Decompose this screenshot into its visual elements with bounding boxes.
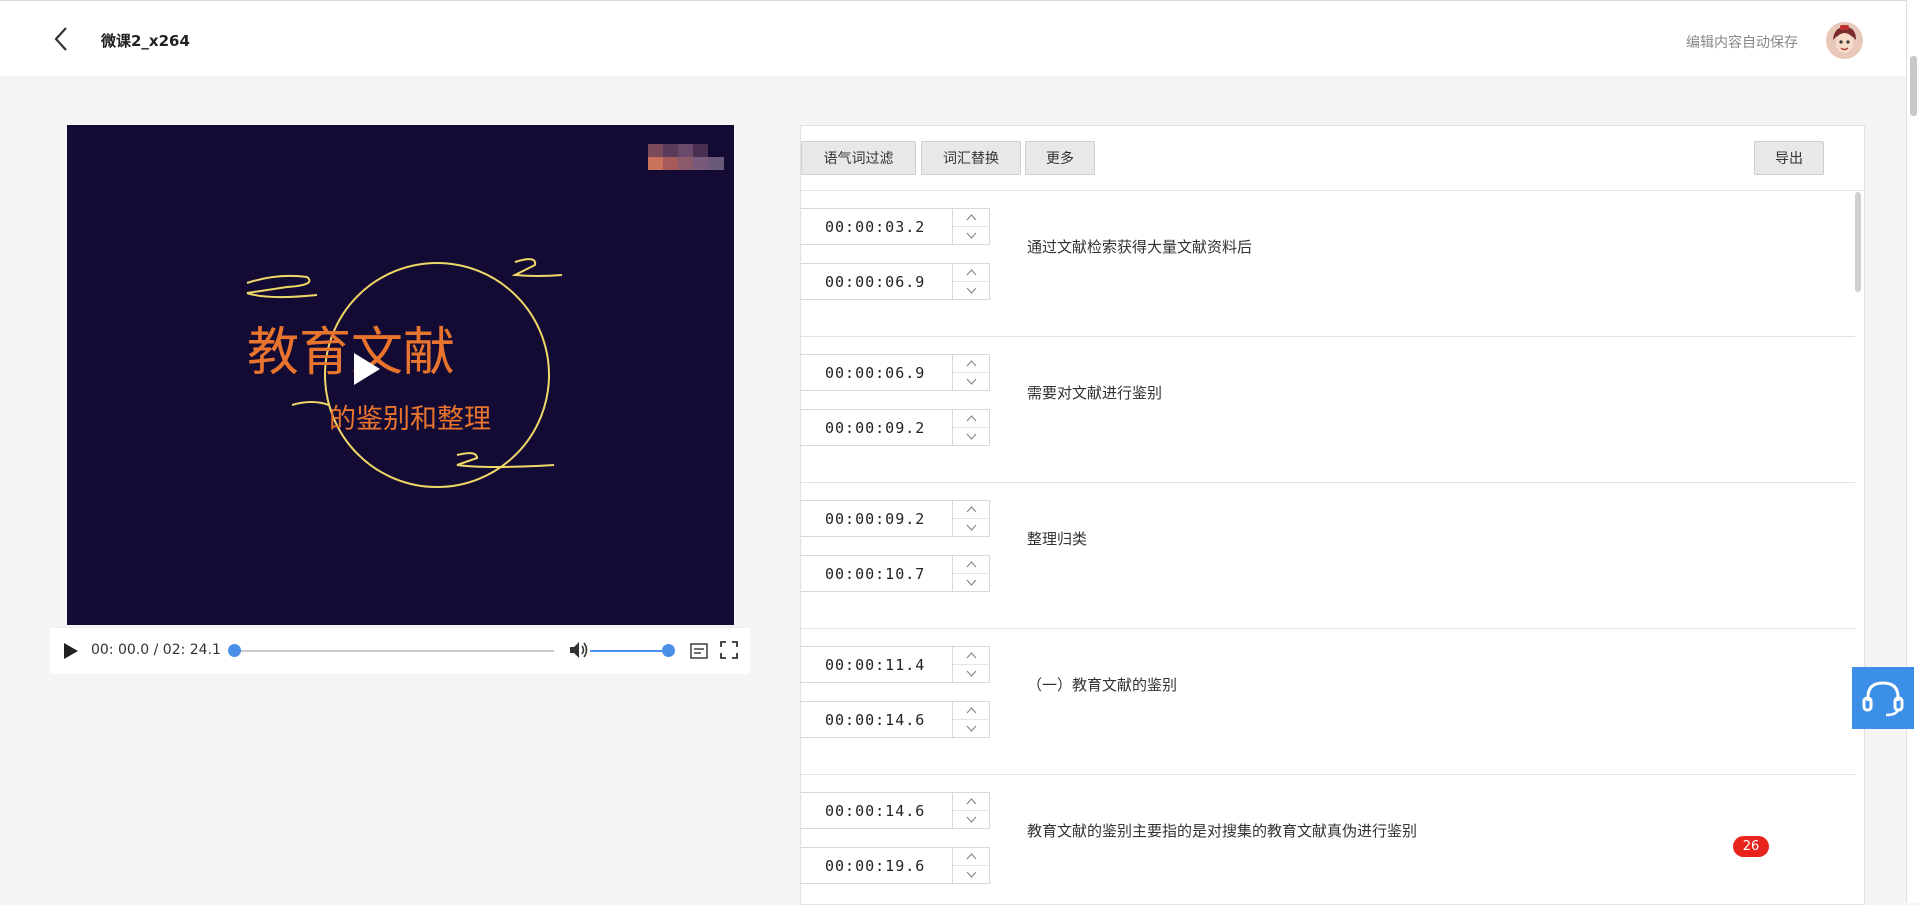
segment-text[interactable]: 通过文献检索获得大量文献资料后 bbox=[1027, 236, 1252, 257]
start-time-value[interactable]: 00:00:14.6 bbox=[825, 802, 925, 820]
headset-icon bbox=[1862, 681, 1904, 717]
start-time-value[interactable]: 00:00:06.9 bbox=[825, 364, 925, 382]
end-time-field[interactable]: 00:00:14.6 bbox=[801, 701, 990, 738]
chevron-up-icon[interactable] bbox=[953, 209, 990, 227]
chevron-down-icon[interactable] bbox=[953, 574, 990, 591]
time-stepper bbox=[952, 556, 990, 591]
start-time-value[interactable]: 00:00:11.4 bbox=[825, 656, 925, 674]
end-time-field[interactable]: 00:00:06.9 bbox=[801, 263, 990, 300]
chevron-up-icon[interactable] bbox=[953, 702, 990, 720]
filter-filler-words-button[interactable]: 语气词过滤 bbox=[801, 141, 916, 175]
replace-words-button[interactable]: 词汇替换 bbox=[921, 141, 1021, 175]
end-time-value[interactable]: 00:00:19.6 bbox=[825, 857, 925, 875]
start-time-field[interactable]: 00:00:06.9 bbox=[801, 354, 990, 391]
page-scrollbar-thumb[interactable] bbox=[1910, 56, 1917, 116]
start-time-value[interactable]: 00:00:09.2 bbox=[825, 510, 925, 528]
end-time-value[interactable]: 00:00:06.9 bbox=[825, 273, 925, 291]
start-time-field[interactable]: 00:00:14.6 bbox=[801, 792, 990, 829]
video-title-graphic: 教育文献 的鉴别和整理 bbox=[246, 258, 563, 488]
avatar[interactable] bbox=[1826, 22, 1863, 59]
volume-knob[interactable] bbox=[662, 644, 675, 657]
more-button[interactable]: 更多 bbox=[1025, 141, 1095, 175]
end-time-field[interactable]: 00:00:10.7 bbox=[801, 555, 990, 592]
page-scrollbar[interactable] bbox=[1906, 0, 1920, 903]
volume-slider[interactable] bbox=[590, 644, 675, 657]
segment-row: 00:00:11.4 00:00:14.6 （一）教育文献的鉴别 bbox=[801, 629, 1855, 775]
segment-row: 00:00:03.2 00:00:06.9 通过文献检索获得大量文献资料后 bbox=[801, 191, 1855, 337]
end-time-field[interactable]: 00:00:19.6 bbox=[801, 847, 990, 884]
editor-scrollbar[interactable] bbox=[1855, 192, 1861, 292]
time-stepper bbox=[952, 793, 990, 828]
segment-list: 00:00:03.2 00:00:06.9 通过文献检索获得大量文献资料后 00… bbox=[801, 191, 1855, 904]
start-time-field[interactable]: 00:00:09.2 bbox=[801, 500, 990, 537]
chevron-down-icon[interactable] bbox=[953, 373, 990, 390]
segment-row: 00:00:14.6 00:00:19.6 教育文献的鉴别主要指的是对搜集的教育… bbox=[801, 775, 1855, 904]
segment-text[interactable]: 教育文献的鉴别主要指的是对搜集的教育文献真伪进行鉴别 bbox=[1027, 820, 1417, 841]
end-time-value[interactable]: 00:00:09.2 bbox=[825, 419, 925, 437]
segment-text[interactable]: 需要对文献进行鉴别 bbox=[1027, 382, 1162, 403]
chevron-up-icon[interactable] bbox=[953, 355, 990, 373]
time-stepper bbox=[952, 209, 990, 244]
chevron-up-icon[interactable] bbox=[953, 264, 990, 282]
fullscreen-icon[interactable] bbox=[720, 641, 738, 659]
video-title-sub: 的鉴别和整理 bbox=[329, 404, 491, 435]
user-avatar-icon bbox=[1826, 22, 1863, 59]
chevron-down-icon[interactable] bbox=[953, 519, 990, 536]
time-stepper bbox=[952, 410, 990, 445]
end-time-value[interactable]: 00:00:10.7 bbox=[825, 565, 925, 583]
volume-icon[interactable] bbox=[568, 640, 590, 660]
player-controls: 00: 00.0 / 02: 24.1 bbox=[50, 627, 750, 674]
chevron-up-icon[interactable] bbox=[953, 556, 990, 574]
progress-knob[interactable] bbox=[228, 644, 241, 657]
chevron-down-icon[interactable] bbox=[953, 428, 990, 445]
time-display: 00: 00.0 / 02: 24.1 bbox=[91, 642, 221, 658]
chevron-up-icon[interactable] bbox=[953, 848, 990, 866]
chevron-down-icon[interactable] bbox=[953, 866, 990, 883]
chevron-down-icon[interactable] bbox=[953, 811, 990, 828]
video-player: 教育文献 的鉴别和整理 00: 00.0 / 02: 24.1 bbox=[50, 125, 750, 674]
editor-toolbar: 语气词过滤 词汇替换 更多 导出 bbox=[801, 126, 1864, 191]
start-time-field[interactable]: 00:00:11.4 bbox=[801, 646, 990, 683]
segment-row: 00:00:06.9 00:00:09.2 需要对文献进行鉴别 bbox=[801, 337, 1855, 483]
progress-bar[interactable] bbox=[228, 644, 554, 657]
start-time-field[interactable]: 00:00:03.2 bbox=[801, 208, 990, 245]
chevron-down-icon[interactable] bbox=[953, 282, 990, 299]
segment-row: 00:00:09.2 00:00:10.7 整理归类 bbox=[801, 483, 1855, 629]
segment-text[interactable]: （一）教育文献的鉴别 bbox=[1027, 674, 1177, 695]
start-time-value[interactable]: 00:00:03.2 bbox=[825, 218, 925, 236]
notification-badge[interactable]: 26 bbox=[1733, 836, 1769, 857]
chevron-up-icon[interactable] bbox=[953, 793, 990, 811]
subtitle-editor: 语气词过滤 词汇替换 更多 导出 00:00:03.2 00:00:06.9 通… bbox=[800, 125, 1865, 905]
chevron-down-icon[interactable] bbox=[953, 665, 990, 682]
time-stepper bbox=[952, 702, 990, 737]
time-separator: / bbox=[153, 642, 159, 658]
autosave-status: 编辑内容自动保存 bbox=[1686, 35, 1798, 51]
time-stepper bbox=[952, 848, 990, 883]
time-stepper bbox=[952, 501, 990, 536]
current-time: 00: 00.0 bbox=[91, 642, 150, 658]
chevron-down-icon[interactable] bbox=[953, 720, 990, 737]
end-time-field[interactable]: 00:00:09.2 bbox=[801, 409, 990, 446]
chevron-down-icon[interactable] bbox=[953, 227, 990, 244]
watermark-mosaic bbox=[648, 144, 724, 170]
time-stepper bbox=[952, 647, 990, 682]
video-title-main: 教育文献 bbox=[247, 323, 455, 383]
top-bar: 微课2_x264 编辑内容自动保存 bbox=[0, 0, 1920, 76]
chevron-up-icon[interactable] bbox=[953, 647, 990, 665]
time-stepper bbox=[952, 264, 990, 299]
duration: 02: 24.1 bbox=[162, 642, 221, 658]
chevron-up-icon[interactable] bbox=[953, 501, 990, 519]
customer-support-button[interactable] bbox=[1852, 667, 1914, 729]
end-time-value[interactable]: 00:00:14.6 bbox=[825, 711, 925, 729]
export-button[interactable]: 导出 bbox=[1754, 141, 1824, 175]
play-button-icon[interactable] bbox=[64, 643, 78, 659]
subtitle-icon[interactable] bbox=[690, 642, 708, 660]
chevron-up-icon[interactable] bbox=[953, 410, 990, 428]
page-title: 微课2_x264 bbox=[101, 32, 190, 50]
play-overlay-icon[interactable] bbox=[354, 353, 380, 385]
back-arrow-icon[interactable] bbox=[52, 25, 72, 53]
time-stepper bbox=[952, 355, 990, 390]
segment-text[interactable]: 整理归类 bbox=[1027, 528, 1087, 549]
video-frame[interactable]: 教育文献 的鉴别和整理 bbox=[67, 125, 734, 625]
